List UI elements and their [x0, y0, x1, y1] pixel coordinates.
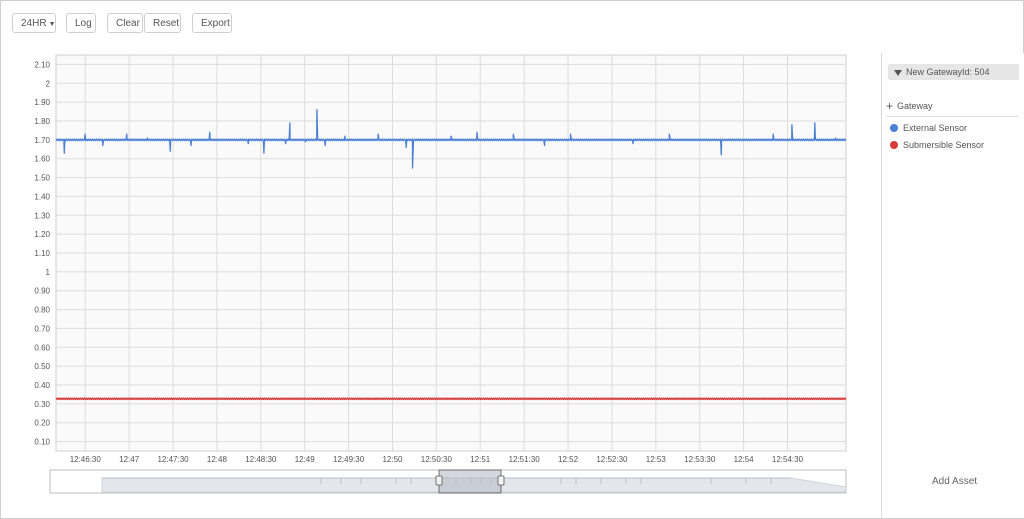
gateway-header[interactable]: New GatewayId: 504: [888, 64, 1019, 80]
y-tick-label: 1.30: [34, 211, 50, 220]
navigator-selection: [438, 469, 502, 494]
range-select-button[interactable]: 24HR ▼: [12, 13, 56, 33]
y-tick-label: 1.80: [34, 117, 50, 126]
x-tick-label: 12:48: [207, 455, 228, 464]
x-tick-label: 12:47:30: [157, 455, 189, 464]
y-tick-label: 2: [46, 79, 51, 88]
y-tick-label: 1.50: [34, 174, 50, 183]
chevron-down-icon: ▼: [48, 21, 56, 28]
y-tick-label: 1.70: [34, 136, 50, 145]
x-tick-label: 12:50: [382, 455, 403, 464]
y-tick-label: 0.70: [34, 324, 50, 333]
reset-button[interactable]: Reset: [144, 13, 181, 33]
y-tick-label: 1: [46, 268, 51, 277]
export-button[interactable]: Export: [192, 13, 232, 33]
x-tick-label: 12:52:30: [596, 455, 628, 464]
y-tick-label: 2.10: [34, 60, 50, 69]
y-tick-label: 0.30: [34, 400, 50, 409]
log-button[interactable]: Log: [66, 13, 96, 33]
x-tick-label: 12:46:30: [70, 455, 102, 464]
range-select-label: 24HR: [21, 18, 47, 29]
submersible-sensor-dot-icon: [890, 141, 898, 149]
y-tick-label: 1.40: [34, 192, 50, 201]
sensor-item-submersible[interactable]: Submersible Sensor: [890, 140, 984, 150]
x-tick-label: 12:54:30: [772, 455, 804, 464]
app-frame: 24HR ▼ Log Clear Reset Export 0.10 0.20 0.3…: [0, 0, 1024, 519]
x-tick-label: 12:48:30: [245, 455, 277, 464]
x-tick-label: 12:52: [558, 455, 579, 464]
gateway-header-label: New GatewayId: 504: [906, 67, 990, 77]
sidebar-panel: New GatewayId: 504 + Gateway External Sen…: [881, 53, 1024, 518]
sensor-item-external[interactable]: External Sensor: [890, 123, 967, 133]
y-tick-label: 0.90: [34, 287, 50, 296]
x-tick-label: 12:51: [470, 455, 491, 464]
y-tick-label: 0.60: [34, 343, 50, 352]
x-tick-label: 12:49: [295, 455, 316, 464]
y-tick-label: 1.90: [34, 98, 50, 107]
y-tick-label: 0.10: [34, 438, 50, 447]
sensor-item-label: Submersible Sensor: [903, 140, 985, 150]
y-tick-label: 1.20: [34, 230, 50, 239]
y-tick-label: 0.80: [34, 306, 50, 315]
x-tick-label: 12:49:30: [333, 455, 365, 464]
sensor-chart[interactable]: 0.10 0.20 0.30 0.40 0.50 0.60 0.70 0.80 0.90 1 1.1…: [1, 41, 881, 496]
x-tick-label: 12:47: [119, 455, 140, 464]
y-tick-label: 0.50: [34, 362, 50, 371]
plus-icon: +: [886, 99, 894, 113]
external-sensor-dot-icon: [890, 124, 898, 132]
y-tick-label: 0.20: [34, 419, 50, 428]
x-tick-label: 12:50:30: [421, 455, 453, 464]
add-gateway-label: Gateway: [897, 101, 933, 111]
add-asset-button[interactable]: Add Asset: [932, 476, 977, 487]
navigator-handle-right[interactable]: [497, 475, 505, 486]
y-tick-label: 1.10: [34, 249, 50, 258]
x-tick-label: 12:51:30: [509, 455, 541, 464]
y-tick-label: 1.60: [34, 155, 50, 164]
x-tick-label: 12:54: [734, 455, 755, 464]
navigator-handle-left[interactable]: [435, 475, 443, 486]
sensor-item-label: External Sensor: [903, 123, 968, 133]
x-tick-label: 12:53: [646, 455, 667, 464]
y-tick-label: 0.40: [34, 381, 50, 390]
add-gateway-button[interactable]: + Gateway: [886, 99, 1018, 117]
clear-button[interactable]: Clear: [107, 13, 143, 33]
x-tick-label: 12:53:30: [684, 455, 716, 464]
triangle-down-icon: [894, 69, 902, 76]
